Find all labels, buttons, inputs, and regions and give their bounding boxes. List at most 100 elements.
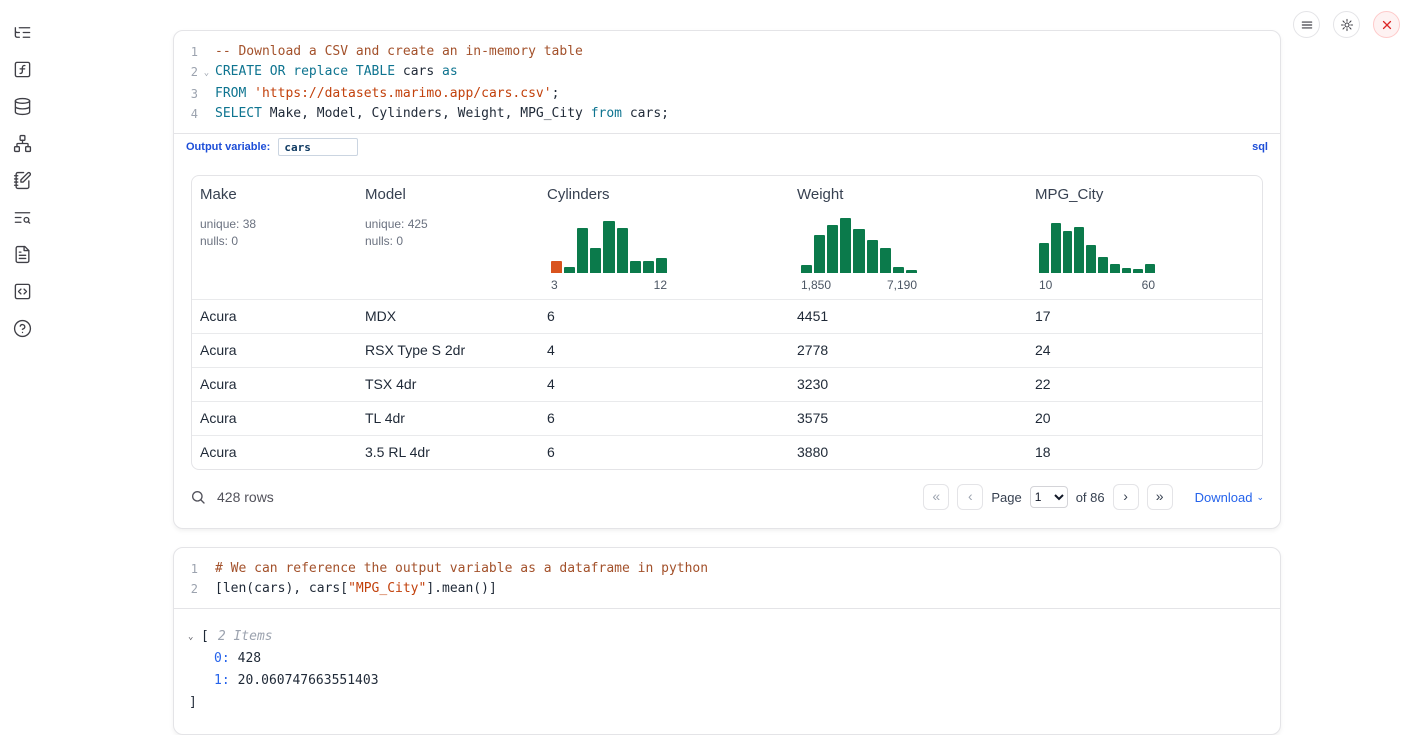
table-cell: 18: [1027, 436, 1262, 469]
sidebar: [0, 0, 44, 729]
sql-code-editor[interactable]: 1-- Download a CSV and create an in-memo…: [174, 31, 1280, 133]
download-button[interactable]: Download ⌄: [1195, 490, 1264, 505]
histogram-max-label: 7,190: [887, 278, 917, 292]
code-text: # We can reference the output variable a…: [215, 559, 708, 579]
fold-chevron-icon[interactable]: ⌄: [198, 62, 215, 84]
histogram-bar: [564, 267, 575, 273]
table-cell: TSX 4dr: [357, 368, 539, 401]
histogram-bar: [603, 221, 614, 273]
settings-button[interactable]: [1333, 11, 1360, 38]
histogram-bar: [814, 235, 825, 273]
histogram-axis-labels: 1,850 7,190: [801, 278, 917, 292]
page-select[interactable]: 1: [1030, 486, 1068, 508]
prev-page-button[interactable]: ‹: [957, 484, 983, 510]
python-code-editor[interactable]: 1 # We can reference the output variable …: [174, 548, 1280, 608]
next-page-button[interactable]: ›: [1113, 484, 1139, 510]
histogram-bar: [853, 229, 864, 273]
search-icon: [190, 489, 206, 505]
scratchpad-icon[interactable]: [12, 170, 32, 190]
menu-button[interactable]: [1293, 11, 1320, 38]
column-stat: unique: 38: [200, 216, 349, 233]
code-text: -- Download a CSV and create an in-memor…: [215, 42, 583, 62]
shutdown-button[interactable]: [1373, 11, 1400, 38]
table-body: AcuraMDX6445117AcuraRSX Type S 2dr427782…: [192, 299, 1262, 469]
tree-item-count: 2 Items: [218, 626, 273, 648]
table-row: Acura3.5 RL 4dr6388018: [192, 435, 1262, 469]
table-cell: 4451: [789, 300, 1027, 333]
chevron-down-icon: ⌄: [1256, 493, 1264, 502]
tree-item-value: 20.060747663551403: [238, 673, 379, 688]
histogram-min-label: 1,850: [801, 278, 831, 292]
histogram-bar: [893, 267, 904, 273]
column-header-mpg_city: MPG_City1060: [1027, 176, 1262, 299]
language-badge: sql: [1252, 141, 1268, 153]
histogram-bar: [551, 261, 562, 273]
tree-item-key: 0:: [214, 651, 230, 666]
fold-gutter: [198, 579, 215, 599]
histogram-bar: [1122, 268, 1132, 273]
histogram-bar: [840, 218, 851, 273]
fold-gutter: [198, 42, 215, 62]
table-cell: 6: [539, 402, 789, 435]
table-row: AcuraRSX Type S 2dr4277824: [192, 333, 1262, 367]
functions-icon[interactable]: [12, 59, 32, 79]
column-header-model: Model unique: 425nulls: 0: [357, 176, 539, 299]
code-line: 4SELECT Make, Model, Cylinders, Weight, …: [174, 104, 1280, 124]
column-histogram[interactable]: [551, 218, 667, 273]
histogram-bar: [801, 265, 812, 273]
dependency-graph-icon[interactable]: [12, 133, 32, 153]
column-name: Model: [365, 186, 531, 203]
line-number: 2: [174, 579, 198, 599]
table-cell: TL 4dr: [357, 402, 539, 435]
table-header-row: Make unique: 38 nulls: 0Model unique: 425nu…: [192, 176, 1262, 299]
table-cell: 20: [1027, 402, 1262, 435]
line-number: 1: [174, 559, 198, 579]
column-name: MPG_City: [1035, 186, 1254, 203]
output-variable-input[interactable]: [278, 138, 358, 156]
page-of-label: of 86: [1076, 490, 1105, 505]
tree-items: 0:4281:20.060747663551403: [174, 648, 1280, 692]
histogram-axis-labels: 312: [551, 278, 667, 292]
histogram-max-label: 12: [654, 278, 667, 292]
table-cell: 3230: [789, 368, 1027, 401]
column-stat: nulls: 0: [365, 233, 531, 250]
code-text: SELECT Make, Model, Cylinders, Weight, M…: [215, 104, 669, 124]
file-tree-icon[interactable]: [12, 22, 32, 42]
histogram-bar: [1039, 243, 1049, 273]
first-page-button[interactable]: «: [923, 484, 949, 510]
python-output: ⌄ [ 2 Items 0:4281:20.060747663551403 ]: [174, 608, 1280, 734]
chevron-down-icon[interactable]: ⌄: [188, 626, 201, 648]
line-number: 2: [174, 62, 198, 84]
search-rows-button[interactable]: [190, 489, 206, 505]
code-line: 2⌄CREATE OR replace TABLE cars as: [174, 62, 1280, 84]
logs-icon[interactable]: [12, 207, 32, 227]
histogram-bar: [590, 248, 601, 273]
column-histogram[interactable]: [1039, 218, 1155, 273]
column-histogram[interactable]: [801, 218, 917, 273]
notebook-actions: [1293, 11, 1400, 38]
table-cell: Acura: [192, 368, 357, 401]
table-cell: Acura: [192, 300, 357, 333]
histogram-bar: [1098, 257, 1108, 273]
table-row: AcuraMDX6445117: [192, 299, 1262, 333]
documentation-icon[interactable]: [12, 244, 32, 264]
database-icon[interactable]: [12, 96, 32, 116]
fold-gutter: [198, 104, 215, 124]
last-page-button[interactable]: »: [1147, 484, 1173, 510]
snippets-icon[interactable]: [12, 281, 32, 301]
table-cell: 3880: [789, 436, 1027, 469]
help-icon[interactable]: [12, 318, 32, 338]
table-cell: 4: [539, 334, 789, 367]
histogram-bar: [880, 248, 891, 273]
python-cell: 1 # We can reference the output variable …: [173, 547, 1281, 735]
pagination: « ‹ Page 1 of 86 › » Download ⌄: [923, 484, 1264, 510]
histogram-bar: [1133, 269, 1143, 273]
table-cell: 22: [1027, 368, 1262, 401]
table-cell: 6: [539, 436, 789, 469]
column-stat: unique: 425: [365, 216, 531, 233]
table-cell: Acura: [192, 334, 357, 367]
tree-item: 0:428: [174, 648, 1280, 670]
histogram-bar: [1086, 245, 1096, 273]
column-name: Make: [200, 186, 349, 203]
result-table: Make unique: 38 nulls: 0Model unique: 425nu…: [191, 175, 1263, 470]
